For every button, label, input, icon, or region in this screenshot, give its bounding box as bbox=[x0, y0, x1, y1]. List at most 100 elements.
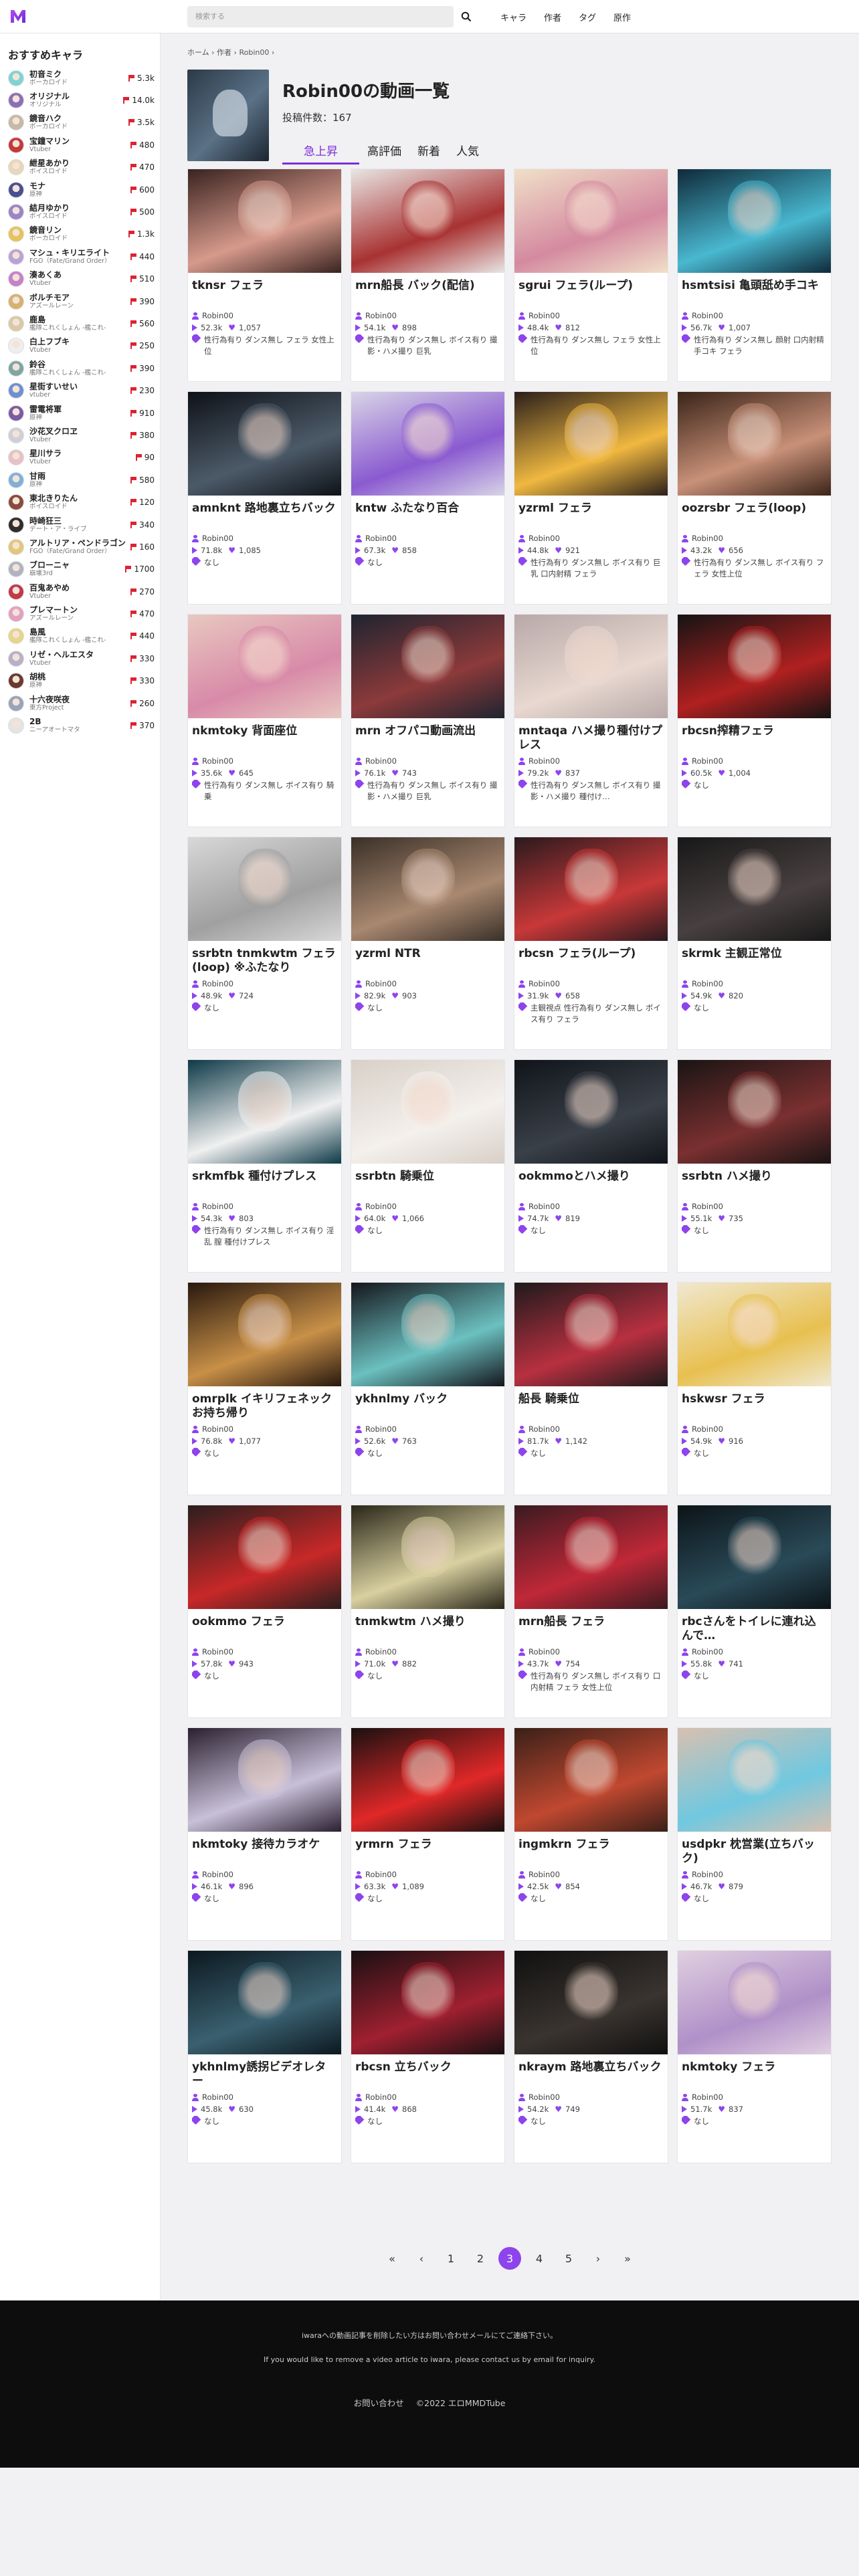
video-thumbnail[interactable] bbox=[678, 1505, 831, 1609]
video-author[interactable]: Robin00 bbox=[365, 756, 397, 766]
video-tags[interactable]: なし bbox=[204, 1893, 219, 1905]
sidebar-item[interactable]: 宝鐘マリン Vtuber 480 bbox=[0, 134, 160, 156]
video-card[interactable]: mrn船長 フェラ Robin00 43.7k ♥ 754 性行為有り ダンス無し ボイス… bbox=[514, 1505, 668, 1718]
video-card[interactable]: yrmrn フェラ Robin00 63.3k ♥ 1,089 なし bbox=[351, 1727, 505, 1941]
video-thumbnail[interactable] bbox=[351, 1951, 504, 2054]
video-tags[interactable]: なし bbox=[204, 1002, 219, 1014]
sidebar-item[interactable]: 沙花叉クロヱ Vtuber 380 bbox=[0, 424, 160, 446]
video-thumbnail[interactable] bbox=[188, 169, 341, 273]
video-author[interactable]: Robin00 bbox=[692, 1647, 723, 1656]
video-author[interactable]: Robin00 bbox=[365, 1202, 397, 1211]
video-thumbnail[interactable] bbox=[188, 1951, 341, 2054]
video-card[interactable]: srkmfbk 種付けプレス Robin00 54.3k ♥ 803 性行為有り ダンス無… bbox=[187, 1059, 342, 1273]
video-title[interactable]: mntaqa ハメ撮り種付けプレス bbox=[514, 724, 668, 755]
video-thumbnail[interactable] bbox=[351, 1728, 504, 1832]
sidebar-item[interactable]: 十六夜咲夜 東方Project 260 bbox=[0, 692, 160, 714]
video-tags[interactable]: なし bbox=[694, 1225, 709, 1237]
video-tags[interactable]: なし bbox=[204, 1448, 219, 1459]
video-card[interactable]: kntw ふたなり百合 Robin00 67.3k ♥ 858 なし bbox=[351, 391, 505, 605]
video-author[interactable]: Robin00 bbox=[365, 311, 397, 320]
video-card[interactable]: hsmtsisi 亀頭舐め手コキ Robin00 56.7k ♥ 1,007 性行為有り … bbox=[677, 169, 832, 382]
video-card[interactable]: omrplk イキリフェネック お持ち帰り Robin00 76.8k ♥ 1,077 な… bbox=[187, 1282, 342, 1495]
video-author[interactable]: Robin00 bbox=[202, 1647, 233, 1656]
video-author[interactable]: Robin00 bbox=[529, 534, 560, 543]
video-title[interactable]: nkmtoky 背面座位 bbox=[188, 724, 341, 755]
video-tags[interactable]: 性行為有り ダンス無し フェラ 女性上位 bbox=[204, 334, 337, 357]
video-title[interactable]: ykhnlmy バック bbox=[351, 1392, 504, 1423]
sidebar-item[interactable]: オリジナル オリジナル 14.0k bbox=[0, 89, 160, 111]
video-title[interactable]: mrn オフパコ動画流出 bbox=[351, 724, 504, 755]
sidebar-item[interactable]: 湊あくあ Vtuber 510 bbox=[0, 268, 160, 290]
video-card[interactable]: ingmkrn フェラ Robin00 42.5k ♥ 854 なし bbox=[514, 1727, 668, 1941]
video-title[interactable]: rbcさんをトイレに連れ込んで… bbox=[678, 1615, 831, 1646]
sidebar-item[interactable]: 星街すいせい vtuber 230 bbox=[0, 379, 160, 401]
video-thumbnail[interactable] bbox=[351, 1283, 504, 1386]
video-author[interactable]: Robin00 bbox=[692, 979, 723, 988]
video-thumbnail[interactable] bbox=[351, 1505, 504, 1609]
page-next-button[interactable]: › bbox=[587, 2247, 609, 2270]
video-author[interactable]: Robin00 bbox=[529, 979, 560, 988]
sidebar-item[interactable]: プレマートン アズールレーン 470 bbox=[0, 603, 160, 625]
video-author[interactable]: Robin00 bbox=[365, 979, 397, 988]
video-card[interactable]: ykhnlmy バック Robin00 52.6k ♥ 763 なし bbox=[351, 1282, 505, 1495]
video-tags[interactable]: なし bbox=[367, 1002, 383, 1014]
video-card[interactable]: mrn オフパコ動画流出 Robin00 76.1k ♥ 743 性行為有り ダンス無し … bbox=[351, 614, 505, 827]
video-author[interactable]: Robin00 bbox=[365, 1424, 397, 1434]
video-card[interactable]: nkmtoky 背面座位 Robin00 35.6k ♥ 645 性行為有り ダンス無し … bbox=[187, 614, 342, 827]
video-thumbnail[interactable] bbox=[351, 169, 504, 273]
tab-top-rated[interactable]: 高評価 bbox=[359, 138, 409, 165]
tab-popular[interactable]: 人気 bbox=[448, 138, 487, 165]
video-tags[interactable]: 性行為有り ダンス無し ボイス有り 騎乗 bbox=[204, 780, 337, 802]
video-card[interactable]: yzrml フェラ Robin00 44.8k ♥ 921 性行為有り ダンス無し ボイス… bbox=[514, 391, 668, 605]
video-card[interactable]: ssrbtn 騎乗位 Robin00 64.0k ♥ 1,066 なし bbox=[351, 1059, 505, 1273]
video-card[interactable]: amnknt 路地裏立ちバック Robin00 71.8k ♥ 1,085 なし bbox=[187, 391, 342, 605]
video-thumbnail[interactable] bbox=[678, 169, 831, 273]
video-card[interactable]: rbcさんをトイレに連れ込んで… Robin00 55.8k ♥ 741 なし bbox=[677, 1505, 832, 1718]
video-title[interactable]: skrmk 主観正常位 bbox=[678, 947, 831, 978]
video-author[interactable]: Robin00 bbox=[692, 534, 723, 543]
video-author[interactable]: Robin00 bbox=[202, 1202, 233, 1211]
video-card[interactable]: ykhnlmy誘拐ビデオレター Robin00 45.8k ♥ 630 なし bbox=[187, 1950, 342, 2163]
video-author[interactable]: Robin00 bbox=[365, 2092, 397, 2102]
video-tags[interactable]: なし bbox=[531, 1448, 546, 1459]
video-title[interactable]: srkmfbk 種付けプレス bbox=[188, 1170, 341, 1200]
video-thumbnail[interactable] bbox=[514, 1283, 668, 1386]
sidebar-item[interactable]: 甘雨 原神 580 bbox=[0, 469, 160, 491]
sidebar-item[interactable]: 百鬼あやめ Vtuber 270 bbox=[0, 580, 160, 603]
sidebar-item[interactable]: アルトリア・ペンドラゴン FGO（Fate/Grand Order） 160 bbox=[0, 536, 160, 558]
video-author[interactable]: Robin00 bbox=[202, 1870, 233, 1879]
video-title[interactable]: rbcsn フェラ(ループ) bbox=[514, 947, 668, 978]
video-tags[interactable]: なし bbox=[204, 2116, 219, 2127]
video-author[interactable]: Robin00 bbox=[529, 1424, 560, 1434]
video-card[interactable]: nkmtoky 接待カラオケ Robin00 46.1k ♥ 896 なし bbox=[187, 1727, 342, 1941]
video-tags[interactable]: 性行為有り ダンス無し ボイス有り 巨乳 口内射精 フェラ bbox=[531, 557, 664, 580]
sidebar-item[interactable]: 鹿島 艦隊これくしょん -艦これ- 560 bbox=[0, 312, 160, 334]
sidebar-item[interactable]: 東北きりたん ボイスロイド 120 bbox=[0, 491, 160, 513]
video-title[interactable]: mrn船長 フェラ bbox=[514, 1615, 668, 1646]
tab-trending[interactable]: 急上昇 bbox=[282, 138, 359, 165]
video-author[interactable]: Robin00 bbox=[529, 2092, 560, 2102]
video-author[interactable]: Robin00 bbox=[202, 311, 233, 320]
sidebar-item[interactable]: 紲星あかり ボイスロイド 470 bbox=[0, 156, 160, 179]
video-title[interactable]: nkraym 路地裏立ちバック bbox=[514, 2060, 668, 2091]
video-author[interactable]: Robin00 bbox=[529, 756, 560, 766]
video-card[interactable]: sgrui フェラ(ループ) Robin00 48.4k ♥ 812 性行為有り ダンス無… bbox=[514, 169, 668, 382]
video-tags[interactable]: なし bbox=[204, 1671, 219, 1682]
video-card[interactable]: ookmmo フェラ Robin00 57.8k ♥ 943 なし bbox=[187, 1505, 342, 1718]
sidebar-item[interactable]: モナ 原神 600 bbox=[0, 179, 160, 201]
site-logo[interactable] bbox=[9, 8, 27, 24]
video-title[interactable]: omrplk イキリフェネック お持ち帰り bbox=[188, 1392, 341, 1423]
video-thumbnail[interactable] bbox=[514, 169, 668, 273]
video-thumbnail[interactable] bbox=[188, 1060, 341, 1164]
video-card[interactable]: nkraym 路地裏立ちバック Robin00 54.2k ♥ 749 なし bbox=[514, 1950, 668, 2163]
video-tags[interactable]: なし bbox=[694, 780, 709, 791]
video-card[interactable]: oozrsbr フェラ(loop) Robin00 43.2k ♥ 656 性行為有り ダ… bbox=[677, 391, 832, 605]
sidebar-item[interactable]: 鏡音ハク ボーカロイド 3.5k bbox=[0, 112, 160, 134]
sidebar-item[interactable]: 鈴谷 艦隊これくしょん -艦これ- 390 bbox=[0, 357, 160, 379]
sidebar-item[interactable]: 島風 艦隊これくしょん -艦これ- 440 bbox=[0, 625, 160, 647]
page-2-button[interactable]: 2 bbox=[469, 2247, 492, 2270]
video-tags[interactable]: なし bbox=[531, 2116, 546, 2127]
video-author[interactable]: Robin00 bbox=[692, 1424, 723, 1434]
video-card[interactable]: ssrbtn tnmkwtm フェラ(loop) ※ふたなり Robin00 48.… bbox=[187, 837, 342, 1050]
video-card[interactable]: tknsr フェラ Robin00 52.3k ♥ 1,057 性行為有り ダンス無し フ… bbox=[187, 169, 342, 382]
